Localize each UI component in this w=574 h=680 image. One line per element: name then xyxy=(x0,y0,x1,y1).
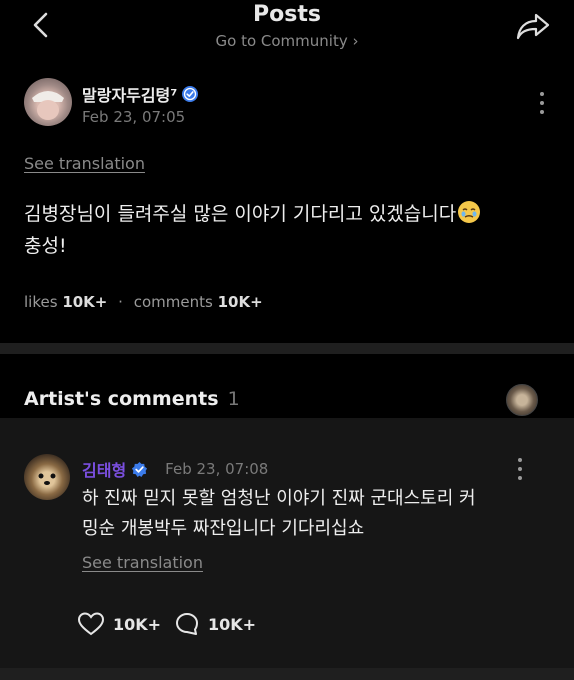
verified-icon xyxy=(182,86,199,102)
comments-label[interactable]: comments xyxy=(134,293,213,311)
artist-name[interactable]: 김태형 xyxy=(82,457,126,481)
post-see-translation-link[interactable]: See translation xyxy=(24,154,145,173)
post-timestamp: Feb 23, 07:05 xyxy=(82,108,186,126)
comment-reply-button[interactable]: 10K+ xyxy=(174,611,256,637)
comment-body-line: 하 진짜 믿지 못할 엄청난 이야기 진짜 군대스토리 커 xyxy=(82,488,476,509)
comment-like-count: 10K+ xyxy=(113,614,162,634)
comment-like-button[interactable]: 10K+ xyxy=(77,611,161,637)
artist-comments-count: 1 xyxy=(227,388,240,410)
artist-avatar[interactable] xyxy=(24,454,70,500)
post-author: 말랑자두김텽⁷ xyxy=(82,82,199,106)
artist-mini-avatar[interactable] xyxy=(506,384,538,416)
post-author-name[interactable]: 말랑자두김텽⁷ xyxy=(82,82,177,106)
artist-comments-header: Artist's comments 1 xyxy=(24,388,240,410)
comment-reply-count: 10K+ xyxy=(208,614,257,634)
smile-tear-emoji xyxy=(458,201,481,223)
post-stats: likes 10K+ · comments 10K+ xyxy=(24,293,263,311)
artist-comment-timestamp: Feb 23, 07:08 xyxy=(165,460,269,478)
post-author-avatar[interactable] xyxy=(24,78,72,126)
go-to-community-label: Go to Community xyxy=(215,32,348,50)
artist-comments-title: Artist's comments xyxy=(24,388,219,410)
page-title: Posts xyxy=(253,2,321,27)
likes-count: 10K+ xyxy=(62,293,108,311)
bottom-divider xyxy=(0,668,574,680)
post-body: 김병장님이 들려주실 많은 이야기 기다리고 있겠습니다 충성! xyxy=(24,198,554,262)
post-body-line: 충성! xyxy=(24,235,67,257)
go-to-community-link[interactable]: Go to Community › xyxy=(0,32,574,50)
chevron-right-icon: › xyxy=(352,32,359,50)
heart-icon xyxy=(77,612,105,636)
dog-face xyxy=(38,473,56,485)
avatar-face xyxy=(32,91,64,120)
post-body-line: 김병장님이 들려주실 많은 이야기 기다리고 있겠습니다 xyxy=(24,203,457,225)
comment-body-line: 밍순 개봉박두 짜잔입니다 기다리십쇼 xyxy=(82,518,365,539)
stats-separator: · xyxy=(118,293,123,311)
comments-count[interactable]: 10K+ xyxy=(218,293,263,311)
comment-icon xyxy=(176,613,198,635)
section-divider xyxy=(0,343,574,354)
artist-comment-body: 하 진짜 믿지 못할 엄청난 이야기 진짜 군대스토리 커 밍순 개봉박두 짜잔… xyxy=(82,484,552,544)
post-more-icon[interactable] xyxy=(539,92,545,119)
artist-comment-meta: 김태형 Feb 23, 07:08 xyxy=(82,457,268,481)
share-icon[interactable] xyxy=(514,10,552,42)
comment-more-icon[interactable] xyxy=(517,458,523,485)
artist-verified-icon xyxy=(132,461,148,477)
likes-label: likes xyxy=(24,293,58,311)
comment-see-translation-link[interactable]: See translation xyxy=(82,553,203,572)
